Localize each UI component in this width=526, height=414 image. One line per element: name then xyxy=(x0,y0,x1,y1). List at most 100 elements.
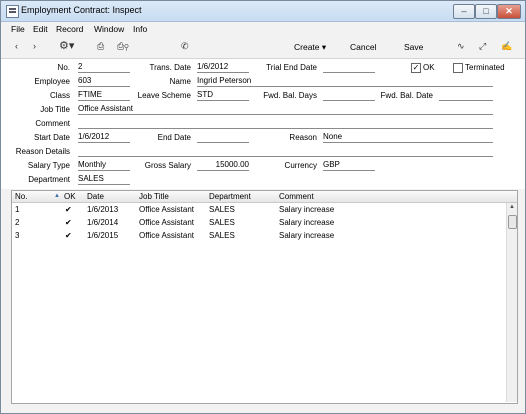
fwd-bal-days-label: Fwd. Bal. Days xyxy=(263,91,317,100)
col-department[interactable]: Department xyxy=(209,192,251,201)
department-label: Department xyxy=(28,175,70,184)
no-field[interactable]: 2 xyxy=(78,62,130,73)
grid-header: No. ▲ OK Date Job Title Department Comme… xyxy=(12,191,517,203)
cell-comment: Salary increase xyxy=(279,205,335,214)
leave-scheme-field[interactable]: STD xyxy=(197,90,249,101)
scroll-thumb[interactable] xyxy=(508,215,517,229)
cell-department: SALES xyxy=(209,218,235,227)
currency-label: Currency xyxy=(284,161,317,170)
cell-date: 1/6/2013 xyxy=(87,205,119,214)
window-icon xyxy=(6,5,19,18)
salary-type-field[interactable]: Monthly xyxy=(78,160,130,171)
attachment-icon[interactable]: ✍ xyxy=(501,41,512,52)
cell-department: SALES xyxy=(209,231,235,240)
table-row[interactable]: 1 ✔ 1/6/2013 Office Assistant SALES Sala… xyxy=(12,203,506,216)
trial-end-label: Trial End Date xyxy=(266,63,317,72)
gear-icon[interactable]: ⚙▾ xyxy=(59,39,74,52)
ok-label: OK xyxy=(423,63,435,72)
menu-record[interactable]: Record xyxy=(56,24,83,34)
cell-job-title: Office Assistant xyxy=(139,205,194,214)
create-button[interactable]: Create ▾ xyxy=(294,42,326,53)
comment-field[interactable] xyxy=(78,118,493,129)
contract-rows-grid[interactable]: No. ▲ OK Date Job Title Department Comme… xyxy=(11,190,518,404)
cell-department: SALES xyxy=(209,205,235,214)
fwd-bal-days-field[interactable] xyxy=(323,90,375,101)
name-field[interactable]: Ingrid Peterson xyxy=(197,76,493,87)
col-ok[interactable]: OK xyxy=(64,192,76,201)
maximize-button[interactable]: □ xyxy=(475,4,497,19)
trial-end-field[interactable] xyxy=(323,62,375,73)
fwd-bal-date-field[interactable] xyxy=(439,90,493,101)
cell-no: 2 xyxy=(15,218,20,227)
cell-date: 1/6/2014 xyxy=(87,218,119,227)
back-icon[interactable]: ‹ xyxy=(15,41,18,51)
grid-scrollbar[interactable]: ▲ xyxy=(506,203,517,402)
toolbar: ‹ › ⚙▾ ⎙ ⎙⚲ ✆ Create ▾ Cancel Save ∿ ⤢ ✍ xyxy=(1,36,525,59)
class-field[interactable]: FTIME xyxy=(78,90,130,101)
sort-up-icon: ▲ xyxy=(54,193,60,199)
minimize-button[interactable]: – xyxy=(453,4,475,19)
job-title-label: Job Title xyxy=(40,105,70,114)
print-preview-icon[interactable]: ⎙⚲ xyxy=(117,41,129,52)
menu-window[interactable]: Window xyxy=(94,24,124,34)
terminated-checkbox[interactable] xyxy=(453,63,463,73)
cell-job-title: Office Assistant xyxy=(139,231,194,240)
cell-comment: Salary increase xyxy=(279,218,335,227)
cell-ok: ✔ xyxy=(65,231,72,240)
save-button[interactable]: Save xyxy=(404,42,423,52)
col-no[interactable]: No. xyxy=(15,192,27,201)
form-header: No. 2 Trans. Date 1/6/2012 Trial End Dat… xyxy=(1,59,525,189)
activity-icon[interactable]: ∿ xyxy=(457,41,465,52)
cell-no: 1 xyxy=(15,205,20,214)
gross-salary-label: Gross Salary xyxy=(144,161,191,170)
salary-type-label: Salary Type xyxy=(27,161,70,170)
phone-icon[interactable]: ✆ xyxy=(181,41,189,52)
menu-info[interactable]: Info xyxy=(133,24,147,34)
cell-comment: Salary increase xyxy=(279,231,335,240)
cell-ok: ✔ xyxy=(65,205,72,214)
start-date-field[interactable]: 1/6/2012 xyxy=(78,132,130,143)
cell-ok: ✔ xyxy=(65,218,72,227)
cell-date: 1/6/2015 xyxy=(87,231,119,240)
reason-label: Reason xyxy=(289,133,317,142)
forward-icon[interactable]: › xyxy=(33,41,36,51)
cell-job-title: Office Assistant xyxy=(139,218,194,227)
reason-field[interactable]: None xyxy=(323,132,493,143)
close-button[interactable]: ✕ xyxy=(497,4,521,19)
print-icon[interactable]: ⎙ xyxy=(97,41,104,52)
reason-details-label: Reason Details xyxy=(15,147,70,156)
cell-no: 3 xyxy=(15,231,20,240)
table-row[interactable]: 3 ✔ 1/6/2015 Office Assistant SALES Sala… xyxy=(12,229,506,242)
name-label: Name xyxy=(169,77,191,86)
start-date-label: Start Date xyxy=(33,133,70,142)
no-label: No. xyxy=(57,63,70,72)
currency-field[interactable]: GBP xyxy=(323,160,375,171)
trans-date-field[interactable]: 1/6/2012 xyxy=(197,62,249,73)
ok-checkbox[interactable]: ✓ xyxy=(411,63,421,73)
window-title: Employment Contract: Inspect xyxy=(21,5,142,15)
table-row[interactable]: 2 ✔ 1/6/2014 Office Assistant SALES Sala… xyxy=(12,216,506,229)
end-date-field[interactable] xyxy=(197,132,249,143)
window: Employment Contract: Inspect – □ ✕ File … xyxy=(0,0,526,414)
end-date-label: End Date xyxy=(157,133,191,142)
menu-file[interactable]: File xyxy=(11,24,25,34)
expand-icon[interactable]: ⤢ xyxy=(479,41,486,52)
menu-bar: File Edit Record Window Info xyxy=(1,22,525,36)
col-date[interactable]: Date xyxy=(87,192,104,201)
create-label: Create xyxy=(294,42,320,52)
col-job-title[interactable]: Job Title xyxy=(139,192,169,201)
reason-details-field[interactable] xyxy=(78,146,493,157)
cancel-button[interactable]: Cancel xyxy=(350,42,376,52)
menu-edit[interactable]: Edit xyxy=(33,24,48,34)
comment-label: Comment xyxy=(35,119,70,128)
employee-label: Employee xyxy=(34,77,70,86)
col-comment[interactable]: Comment xyxy=(279,192,314,201)
class-label: Class xyxy=(49,91,70,100)
scroll-up-icon[interactable]: ▲ xyxy=(508,204,516,213)
employee-field[interactable]: 603 xyxy=(78,76,130,87)
fwd-bal-date-label: Fwd. Bal. Date xyxy=(380,91,433,100)
job-title-field[interactable]: Office Assistant xyxy=(78,104,493,115)
gross-salary-field[interactable]: 15000.00 xyxy=(197,160,249,171)
terminated-label: Terminated xyxy=(465,63,505,72)
department-field[interactable]: SALES xyxy=(78,174,130,185)
